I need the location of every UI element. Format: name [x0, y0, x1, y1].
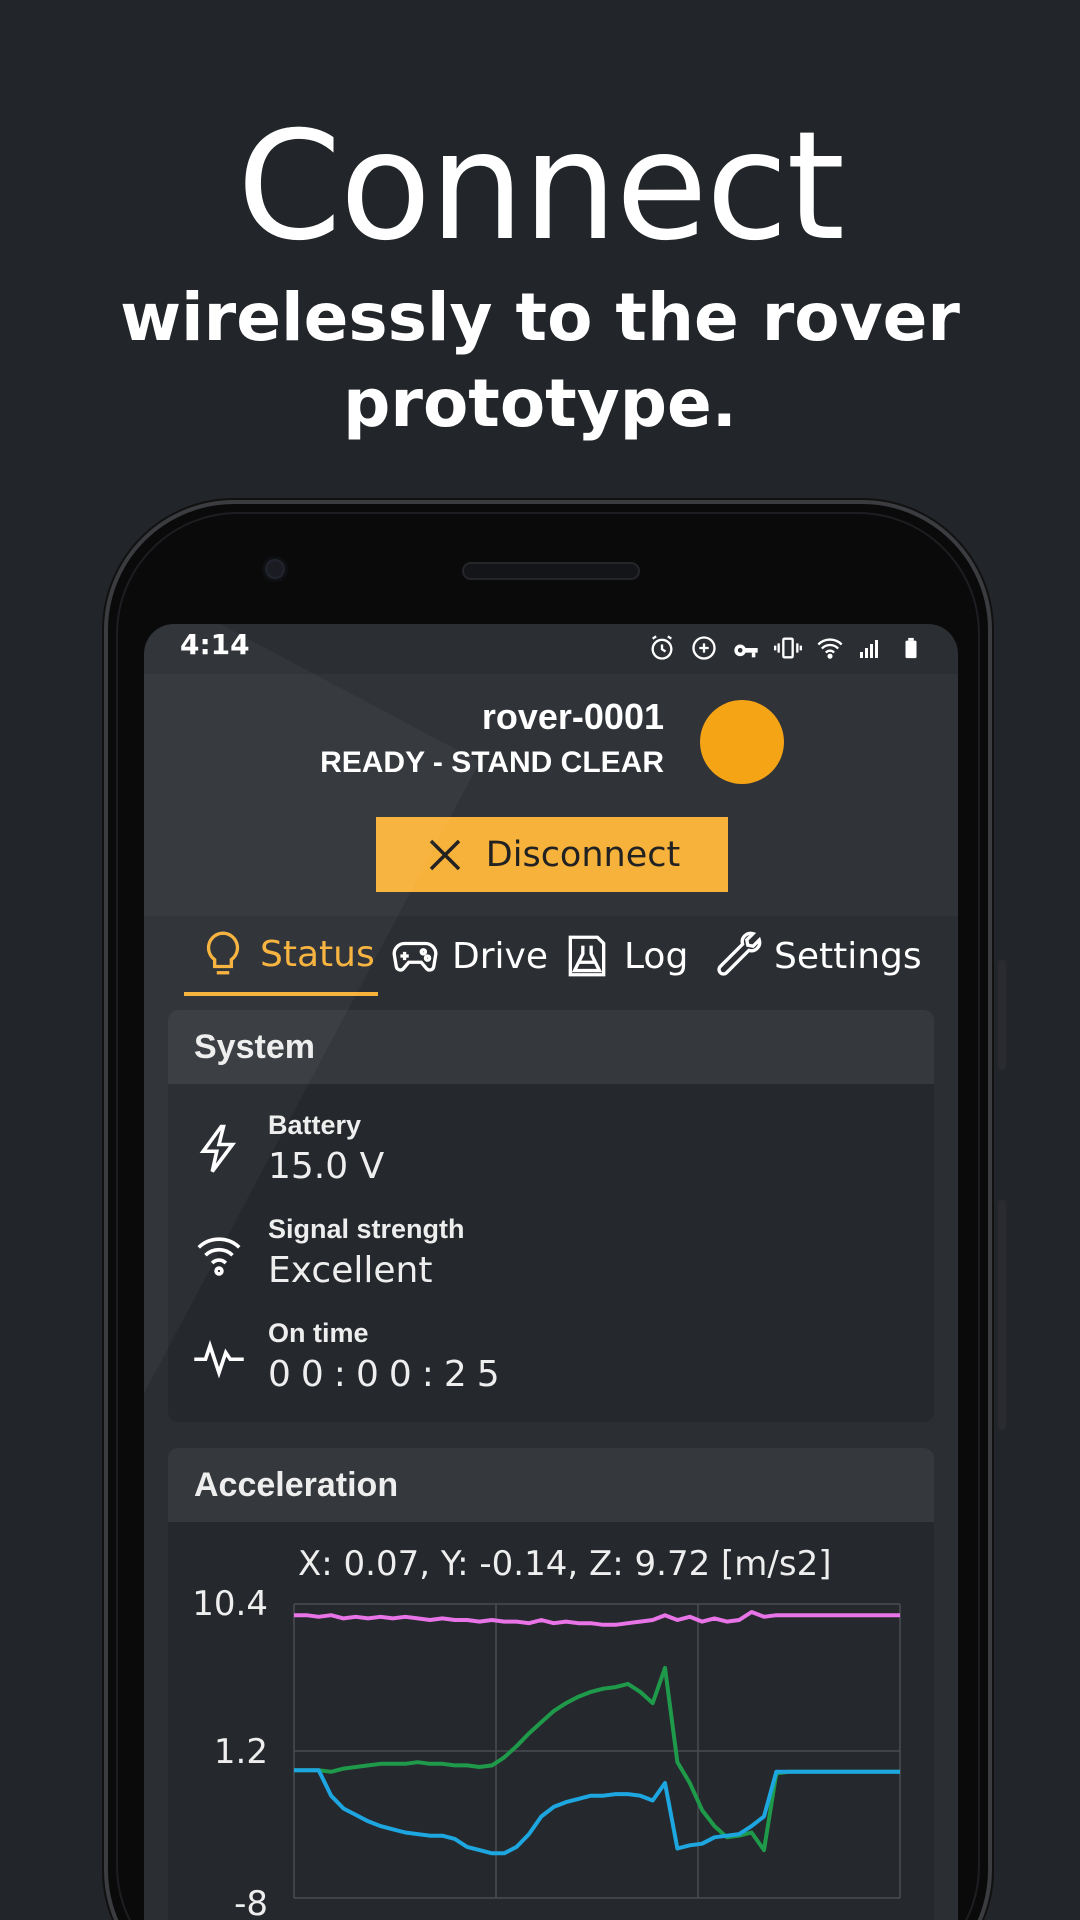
system-card: System Battery 15.0 V Signal strength Ex… [168, 1010, 934, 1422]
close-icon [429, 839, 461, 870]
acceleration-chart [293, 1603, 901, 1899]
promo-subtitle: wirelessly to the rover prototype. [0, 275, 1080, 447]
wifi-icon [816, 634, 844, 662]
promo-title: Connect [236, 100, 845, 274]
signal-row: Signal strength Excellent [168, 1202, 934, 1302]
battery-row: Battery 15.0 V [168, 1098, 934, 1198]
series-line-2 [294, 1768, 900, 1856]
status-indicator [700, 700, 784, 784]
data-saver-icon [690, 634, 718, 662]
battery-value: 15.0 V [268, 1146, 385, 1187]
system-card-title: System [168, 1010, 934, 1084]
rover-name: rover-0001 [481, 696, 664, 737]
tab-status-label: Status [260, 933, 375, 975]
promo-subtitle-line1: wirelessly to the rover [120, 279, 960, 356]
ytick-top: 10.4 [192, 1584, 268, 1624]
tab-settings-label: Settings [774, 935, 922, 977]
status-time: 4:14 [180, 628, 250, 661]
tab-log-label: Log [624, 935, 689, 977]
front-camera [262, 556, 288, 582]
rover-header: rover-0001 READY - STAND CLEAR Disconnec… [144, 674, 958, 916]
battery-label: Battery [268, 1110, 362, 1140]
ontime-value: 00:00:25 [268, 1354, 510, 1395]
volume-button [998, 1200, 1006, 1430]
vpn-key-icon [732, 634, 760, 662]
ytick-mid: 1.2 [213, 1732, 268, 1772]
tab-status[interactable]: Status [184, 916, 378, 996]
acceleration-card: Acceleration X: 0.07, Y: -0.14, Z: 9.72 … [168, 1448, 934, 1920]
earpiece-speaker [462, 562, 640, 580]
promo-subtitle-line2: prototype. [343, 365, 737, 442]
series-line-1 [294, 1665, 900, 1853]
power-button [998, 960, 1006, 1070]
battery-icon [900, 634, 928, 662]
tab-settings[interactable]: Settings [712, 916, 922, 996]
flask-icon [568, 935, 606, 977]
ontime-label: On time [268, 1318, 369, 1348]
series-line-0 [294, 1610, 900, 1627]
acceleration-card-title: Acceleration [168, 1448, 934, 1522]
ontime-row: On time 00:00:25 [168, 1306, 934, 1406]
wifi-icon [197, 1237, 241, 1276]
rover-state: READY - STAND CLEAR [320, 746, 664, 779]
pulse-icon [194, 1340, 244, 1379]
lightbulb-icon [206, 931, 240, 975]
app-screen: 4:14 rover-0001 READY - STAND CLEAR Disc… [144, 624, 958, 1920]
signal-label: Signal strength [268, 1214, 465, 1244]
cell-signal-icon [858, 634, 886, 662]
wrench-icon [717, 931, 762, 976]
signal-value: Excellent [268, 1250, 433, 1291]
tab-drive[interactable]: Drive [390, 916, 548, 996]
disconnect-button[interactable]: Disconnect [376, 817, 728, 892]
tab-log[interactable]: Log [562, 916, 688, 996]
vibrate-icon [774, 634, 802, 662]
accel-readout: X: 0.07, Y: -0.14, Z: 9.72 [m/s2] [298, 1544, 832, 1584]
ytick-bottom: -8 [234, 1884, 268, 1920]
status-bar: 4:14 [144, 624, 958, 674]
gamepad-icon [392, 941, 438, 972]
tab-bar: Status Drive Log Settings [144, 916, 958, 996]
lightning-icon [199, 1124, 237, 1173]
disconnect-label: Disconnect [485, 834, 681, 875]
alarm-icon [648, 634, 676, 662]
tab-drive-label: Drive [452, 935, 548, 977]
